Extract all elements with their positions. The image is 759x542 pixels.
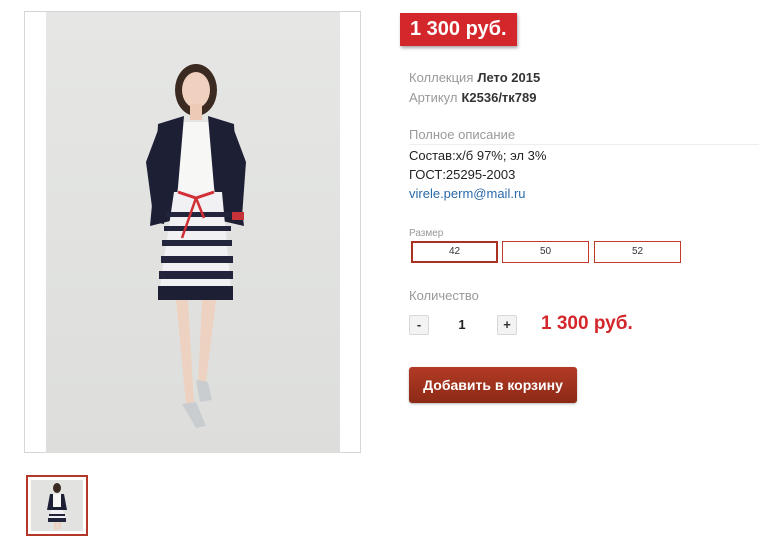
total-price: 1 300 руб. xyxy=(541,313,633,334)
quantity-increase-button[interactable]: + xyxy=(497,315,517,335)
product-main-image[interactable] xyxy=(24,11,361,453)
standard-text: ГОСТ:25295-2003 xyxy=(409,167,516,182)
article-label: Артикул xyxy=(409,90,458,105)
size-option-42[interactable]: 42 xyxy=(411,241,498,263)
thumbnail-model-illustration xyxy=(47,483,67,530)
article-value: К2536/тк789 xyxy=(461,90,537,105)
email-line: virele.perm@mail.ru xyxy=(409,186,526,201)
price-badge: 1 300 руб. xyxy=(400,13,517,46)
quantity-value[interactable]: 1 xyxy=(450,317,474,332)
collection-label: Коллекция xyxy=(409,70,474,85)
thumbnail-photo xyxy=(31,480,83,531)
size-option-50[interactable]: 50 xyxy=(502,241,589,263)
product-photo xyxy=(46,12,340,453)
email-link[interactable]: virele.perm@mail.ru xyxy=(409,186,526,201)
composition-text: Состав:х/б 97%; эл 3% xyxy=(409,148,547,163)
product-thumbnail[interactable] xyxy=(26,475,88,536)
quantity-label: Количество xyxy=(409,288,479,303)
article-line: Артикул К2536/тк789 xyxy=(409,90,537,105)
description-divider xyxy=(409,144,759,145)
size-option-52[interactable]: 52 xyxy=(594,241,681,263)
collection-value: Лето 2015 xyxy=(477,70,541,85)
description-title: Полное описание xyxy=(409,127,516,142)
size-label: Размер xyxy=(409,228,444,239)
add-to-cart-button[interactable]: Добавить в корзину xyxy=(409,367,577,403)
quantity-decrease-button[interactable]: - xyxy=(409,315,429,335)
collection-line: Коллекция Лето 2015 xyxy=(409,70,540,85)
model-illustration xyxy=(146,64,246,428)
